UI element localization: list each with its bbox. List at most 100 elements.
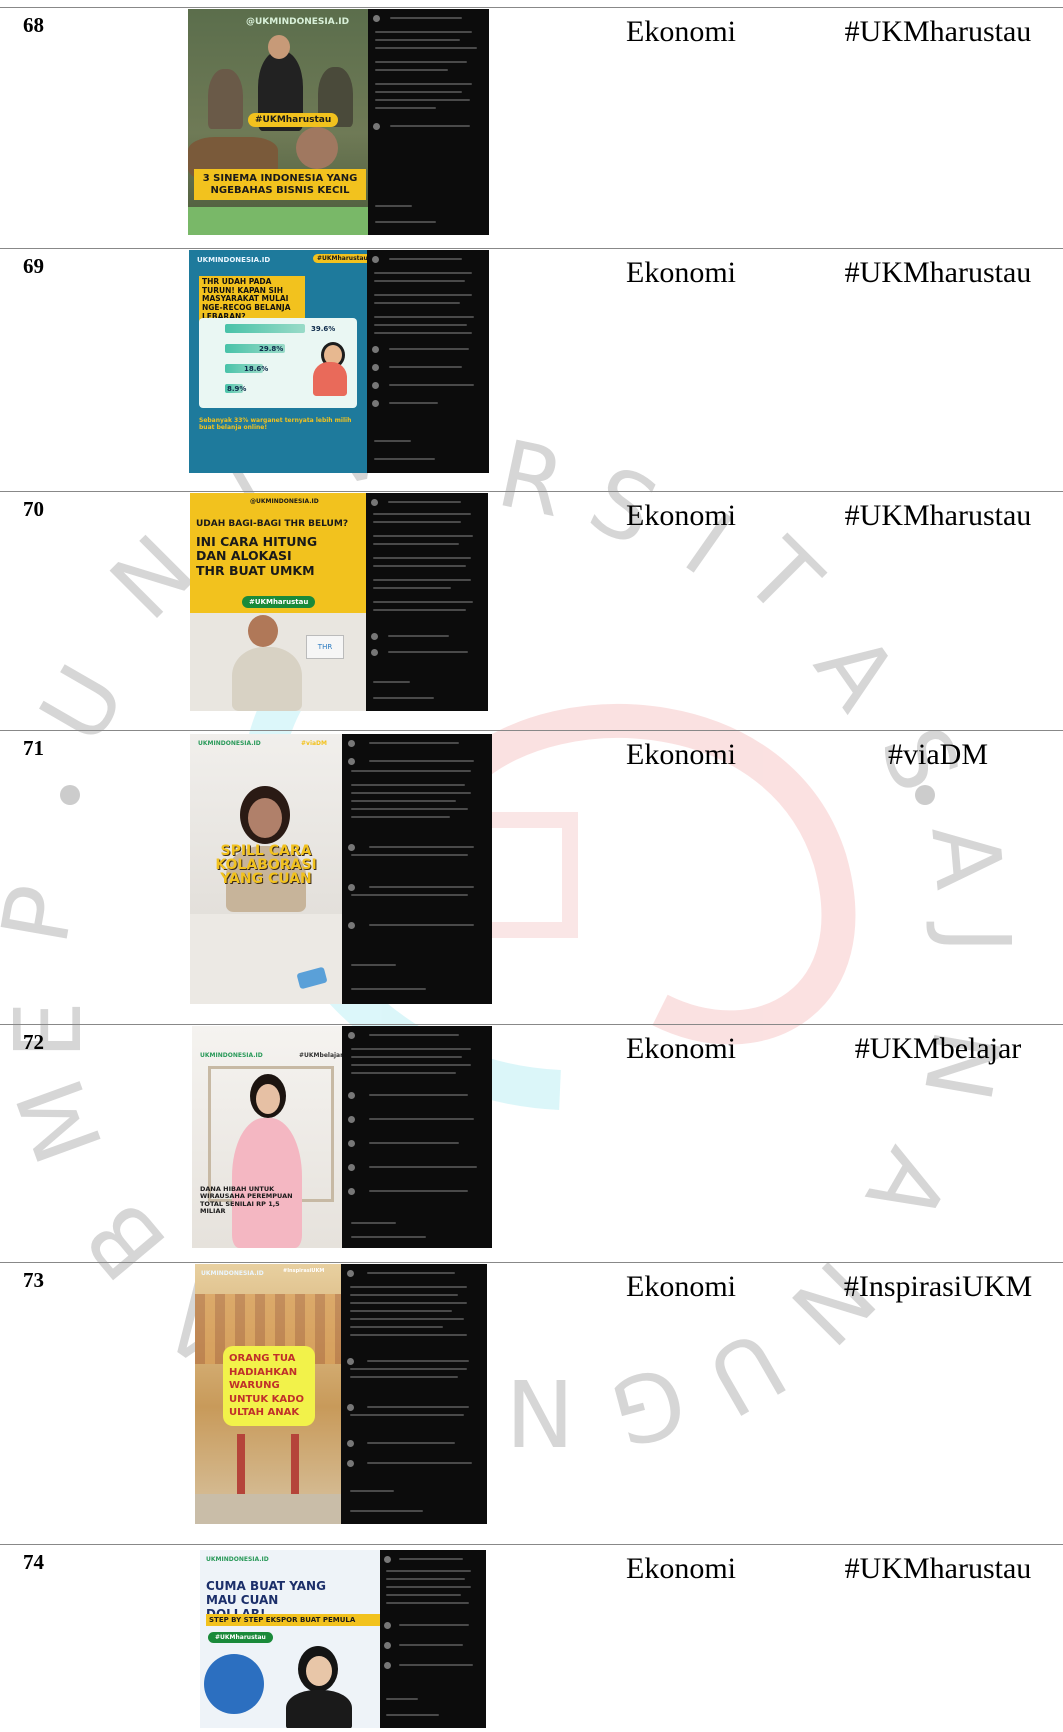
avatar — [371, 346, 379, 353]
comment-line — [351, 854, 468, 856]
comment-line — [351, 1064, 471, 1066]
post-brand: @UKMINDONESIA.ID — [250, 498, 319, 505]
post-brand: @UKMINDONESIA.ID — [246, 17, 350, 27]
post-headline: ORANG TUA HADIAHKAN WARUNG UNTUK KADO UL… — [223, 1346, 315, 1426]
comment-line — [349, 1294, 458, 1296]
comment-line — [374, 302, 460, 304]
person-head — [248, 615, 278, 647]
comment-line — [351, 770, 471, 772]
post-hashtag-pill: #viaDM — [301, 740, 327, 747]
table-surface — [190, 914, 342, 1004]
post-screenshot: @UKMINDONESIA.ID UDAH BAGI-BAGI THR BELU… — [190, 493, 488, 711]
avatar — [346, 1460, 354, 1467]
row-number: 70 — [23, 497, 44, 521]
post-headline: DANA HIBAH UNTUK WIRAUSAHA PEREMPUAN TOT… — [200, 1185, 293, 1216]
comment-line — [369, 846, 474, 848]
comment-line — [375, 39, 460, 41]
row-category: Ekonomi — [626, 499, 736, 532]
chart-value: 8.9% — [227, 385, 247, 393]
avatar — [348, 1140, 355, 1147]
comment-line — [386, 1578, 465, 1580]
table-row: 68 @UKMINDONESIA.ID #UKMharustau 3 SINEM… — [0, 7, 1063, 248]
row-category: Ekonomi — [626, 738, 736, 771]
table-row: 71 UKMINDONESIA.ID #viaDM SPILL CARA KOL… — [0, 730, 1063, 1024]
comment-line — [351, 1072, 456, 1074]
comment-line — [386, 1594, 461, 1596]
comment-line — [349, 1376, 458, 1378]
post-headline-top: UDAH BAGI-BAGI THR BELUM? — [196, 519, 349, 529]
avatar — [384, 1556, 392, 1563]
row-hashtag: #UKMbelajar — [854, 1032, 1022, 1065]
avatar — [370, 633, 378, 640]
avatar — [346, 1440, 354, 1447]
comment-line — [388, 366, 463, 368]
comment-line — [349, 1414, 464, 1416]
post-screenshot: UKMINDONESIA.ID #viaDM SPILL CARA KOLABO… — [190, 734, 492, 1004]
avatar — [348, 1164, 355, 1171]
avatar — [348, 1032, 355, 1039]
comment-line — [374, 440, 411, 442]
chart-value: 39.6% — [311, 325, 336, 333]
post-hashtag-pill: #InspirasiUKM — [283, 1268, 325, 1274]
avatar — [370, 499, 378, 506]
post-footer-strip — [188, 207, 368, 235]
post-image: UKMINDONESIA.ID #UKMbelajar DANA HIBAH U… — [192, 1026, 342, 1248]
comment-line — [373, 681, 410, 683]
row-hashtag: #UKMharustau — [844, 499, 1032, 532]
row-divider — [0, 1262, 1063, 1263]
comment-line — [351, 792, 471, 794]
comment-line — [349, 1334, 467, 1336]
comment-line — [351, 1048, 471, 1050]
comments-panel — [368, 9, 489, 235]
post-screenshot: UKMINDONESIA.ID CUMA BUAT YANG MAU CUAN … — [200, 1550, 486, 1728]
comment-line — [375, 47, 477, 49]
comment-line — [375, 107, 436, 109]
comment-line — [375, 205, 412, 207]
comment-line — [369, 760, 474, 762]
avatar — [346, 1358, 354, 1365]
person-figure — [208, 69, 243, 129]
comment-line — [351, 1056, 462, 1058]
comment-line — [351, 800, 456, 802]
comment-line — [351, 816, 450, 818]
comment-line — [386, 1698, 419, 1700]
table-row: 72 UKMINDONESIA.ID #UKMbelajar DANA HIBA… — [0, 1024, 1063, 1262]
comment-line — [351, 1236, 426, 1238]
comment-line — [373, 535, 474, 537]
post-image: UKMINDONESIA.ID #UKMharustau THR UDAH PA… — [189, 250, 367, 473]
person-face — [256, 1084, 280, 1114]
comment-line — [351, 988, 426, 990]
avatar — [348, 740, 355, 747]
comment-line — [375, 61, 468, 63]
comment-line — [399, 1664, 474, 1666]
chart-value: 18.6% — [244, 365, 269, 373]
post-brand: UKMINDONESIA.ID — [206, 1556, 269, 1563]
row-category: Ekonomi — [626, 1552, 736, 1585]
row-hashtag: #UKMharustau — [844, 15, 1032, 48]
avatar — [384, 1662, 392, 1669]
comment-line — [386, 1602, 470, 1604]
comment-line — [351, 964, 396, 966]
post-brand: UKMINDONESIA.ID — [198, 740, 261, 747]
avatar — [371, 400, 379, 407]
comment-line — [375, 31, 473, 33]
avatar — [384, 1642, 392, 1649]
row-number: 71 — [23, 736, 44, 760]
table-row: 73 UKMINDONESIA.ID #InspirasiUKM ORANG T… — [0, 1262, 1063, 1544]
comment-line — [349, 1302, 467, 1304]
comments-panel — [341, 1264, 487, 1524]
comment-line — [399, 1644, 463, 1646]
post-screenshot: UKMINDONESIA.ID #InspirasiUKM ORANG TUA … — [195, 1264, 487, 1524]
post-brand: UKMINDONESIA.ID — [197, 256, 271, 264]
row-divider — [0, 7, 1063, 8]
row-number: 69 — [23, 254, 44, 278]
comment-line — [389, 17, 463, 19]
comment-line — [349, 1490, 394, 1492]
post-image: UKMINDONESIA.ID #InspirasiUKM ORANG TUA … — [195, 1264, 341, 1524]
post-image: @UKMINDONESIA.ID UDAH BAGI-BAGI THR BELU… — [190, 493, 366, 711]
comment-line — [349, 1510, 423, 1512]
comment-line — [373, 579, 471, 581]
table-row: 74 UKMINDONESIA.ID CUMA BUAT YANG MAU CU… — [0, 1544, 1063, 1732]
post-headline: SPILL CARA KOLABORASI YANG CUAN — [215, 843, 317, 887]
comment-line — [375, 83, 473, 85]
